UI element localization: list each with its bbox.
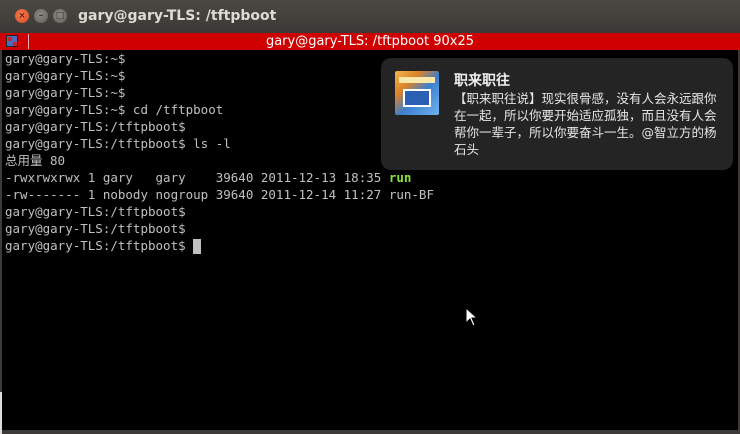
window-titlebar[interactable]: × – □ gary@gary-TLS: /tftpboot	[0, 0, 740, 33]
terminal-line: gary@gary-TLS:~$	[5, 68, 126, 83]
ls-row-filename: run	[388, 170, 412, 185]
terminal-prompt: gary@gary-TLS:/tftpboot$	[5, 238, 194, 253]
ls-row-info: -rw------- 1 nobody nogroup 39640 2011-1…	[5, 187, 389, 202]
background-window-edge	[0, 392, 2, 434]
text-cursor	[193, 239, 202, 254]
close-icon: ×	[18, 11, 26, 21]
terminal-line: gary@gary-TLS:/tftpboot$	[5, 119, 186, 134]
terminal-line: gary@gary-TLS:/tftpboot$	[5, 221, 186, 236]
terminal-title: gary@gary-TLS: /tftpboot 90x25	[265, 34, 475, 49]
terminal-titlebar[interactable]: gary@gary-TLS: /tftpboot 90x25	[0, 33, 740, 50]
maximize-button[interactable]: □	[53, 9, 67, 23]
ls-row: -rw------- 1 nobody nogroup 39640 2011-1…	[5, 186, 434, 203]
window-title: gary@gary-TLS: /tftpboot	[78, 8, 277, 24]
terminal-line: gary@gary-TLS:/tftpboot$ ls -l	[5, 136, 231, 151]
terminal-line: gary@gary-TLS:~$	[5, 51, 126, 66]
terminal-line: gary@gary-TLS:/tftpboot$	[5, 204, 186, 219]
notification-body: 【职来职往说】现实很骨感，没有人会永远跟你在一起，所以你要开始适应孤独，而且没有…	[454, 91, 717, 157]
ls-row-info: -rwxrwxrwx 1 gary gary 39640 2011-12-13 …	[5, 170, 389, 185]
terminal-prompt-line[interactable]: gary@gary-TLS:/tftpboot$	[5, 237, 202, 254]
minimize-icon: –	[38, 11, 44, 21]
tv-show-thumbnail-icon	[395, 71, 439, 115]
ls-row: -rwxrwxrwx 1 gary gary 39640 2011-12-13 …	[5, 169, 411, 186]
maximize-icon: □	[55, 11, 65, 21]
terminal-line: gary@gary-TLS:~$	[5, 85, 126, 100]
notification-title: 职来职往	[454, 73, 510, 89]
terminal-line: gary@gary-TLS:~$ cd /tftpboot	[5, 102, 224, 117]
ls-row-filename: run-BF	[388, 187, 434, 202]
notification-bubble: 职来职往 【职来职往说】现实很骨感，没有人会永远跟你在一起，所以你要开始适应孤独…	[381, 58, 733, 170]
mouse-pointer-icon	[465, 307, 479, 327]
minimize-button[interactable]: –	[34, 9, 48, 23]
terminal-line: 总用量 80	[5, 153, 66, 168]
close-button[interactable]: ×	[15, 9, 29, 23]
